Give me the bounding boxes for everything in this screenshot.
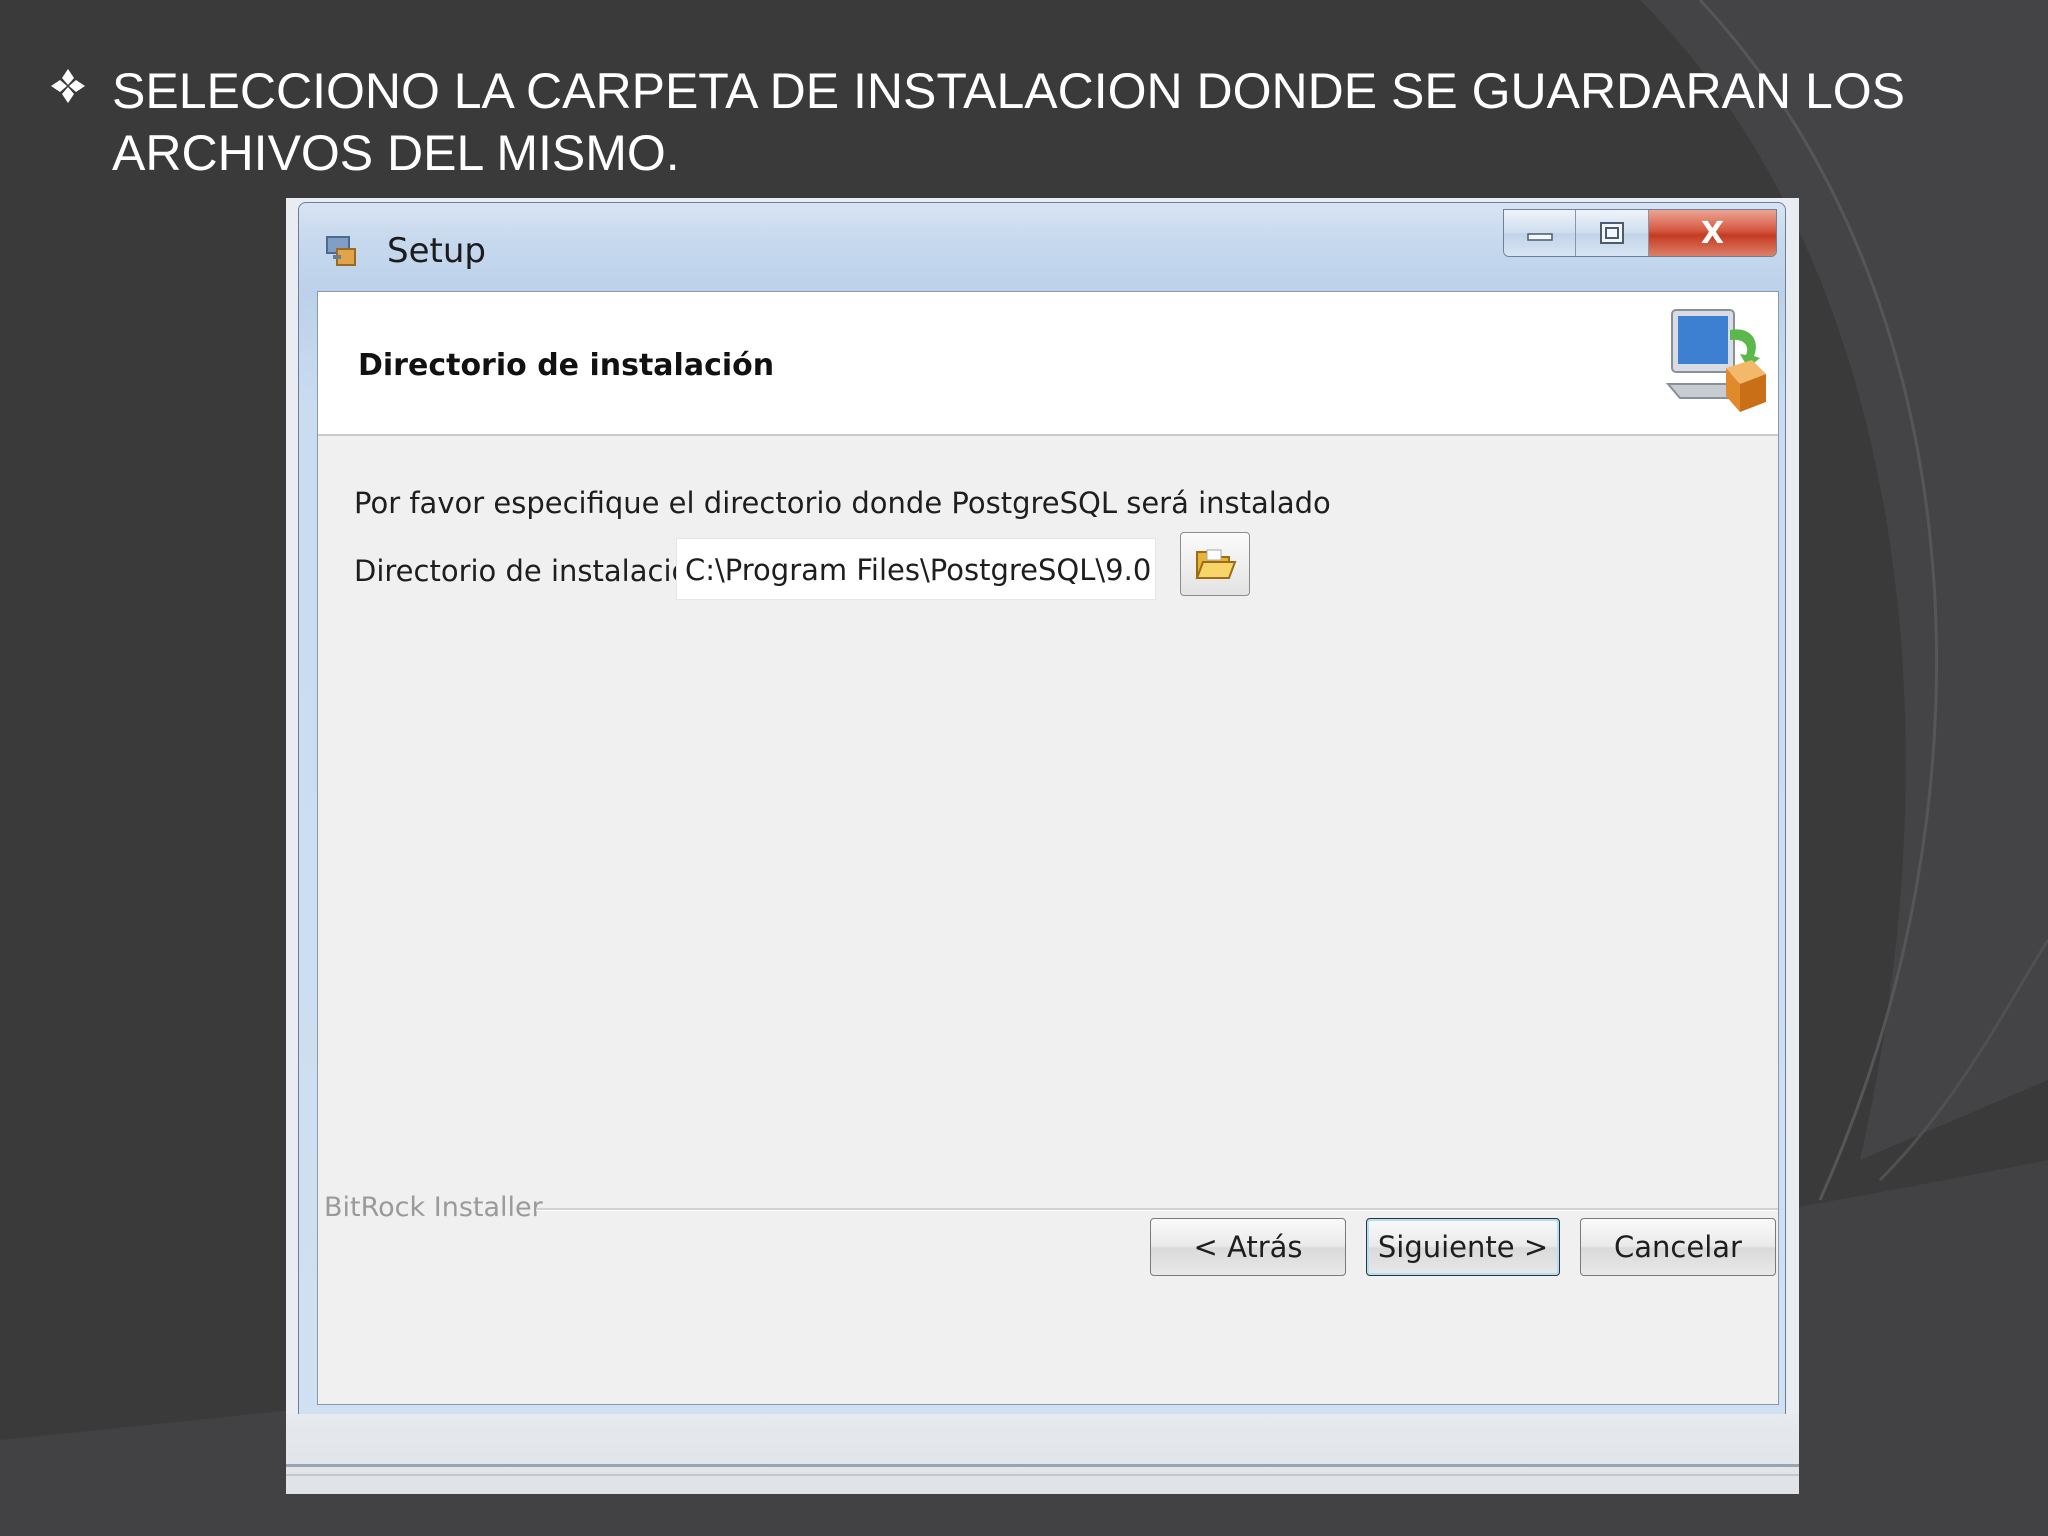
setup-icon bbox=[326, 236, 356, 266]
page-title: Directorio de instalación bbox=[358, 348, 775, 383]
computer-install-icon bbox=[1665, 309, 1766, 412]
taskbar-divider bbox=[286, 1464, 1799, 1467]
slide-bullet-text: SELECCIONO LA CARPETA DE INSTALACION DON… bbox=[48, 60, 2008, 184]
taskbar-strip bbox=[286, 1414, 1799, 1494]
install-dir-label: Directorio de instalación bbox=[354, 554, 708, 588]
title-bar[interactable]: Setup X bbox=[299, 203, 1785, 289]
taskbar-divider-lower bbox=[286, 1474, 1799, 1476]
window-controls: X bbox=[1503, 209, 1777, 257]
maximize-icon bbox=[1600, 222, 1625, 244]
page-header: Directorio de instalación bbox=[318, 292, 1778, 436]
folder-open-icon bbox=[1195, 549, 1237, 579]
window-title: Setup bbox=[387, 231, 486, 271]
slide-text: SELECCIONO LA CARPETA DE INSTALACION DON… bbox=[112, 63, 1906, 181]
close-icon: X bbox=[1700, 215, 1725, 251]
screenshot-frame: Setup X Directorio de instalación Por fa… bbox=[286, 198, 1799, 1494]
install-prompt: Por favor especifique el directorio dond… bbox=[354, 486, 1331, 520]
back-button[interactable]: < Atrás bbox=[1150, 1218, 1346, 1276]
install-dir-field[interactable]: C:\Program Files\PostgreSQL\9.0 bbox=[676, 538, 1156, 600]
minimize-icon bbox=[1526, 233, 1553, 241]
close-button[interactable]: X bbox=[1648, 210, 1776, 256]
minimize-button[interactable] bbox=[1504, 210, 1577, 256]
maximize-button[interactable] bbox=[1576, 210, 1649, 256]
next-button[interactable]: Siguiente > bbox=[1366, 1218, 1560, 1276]
setup-window: Setup X Directorio de instalación Por fa… bbox=[298, 202, 1786, 1416]
installer-panel: Directorio de instalación Por favor espe… bbox=[317, 291, 1779, 1405]
diamond-bullet-icon bbox=[51, 69, 85, 103]
bitrock-installer-label: BitRock Installer bbox=[324, 1192, 543, 1223]
cancel-button[interactable]: Cancelar bbox=[1580, 1218, 1776, 1276]
browse-button[interactable] bbox=[1180, 532, 1250, 596]
footer-divider bbox=[536, 1208, 1778, 1211]
